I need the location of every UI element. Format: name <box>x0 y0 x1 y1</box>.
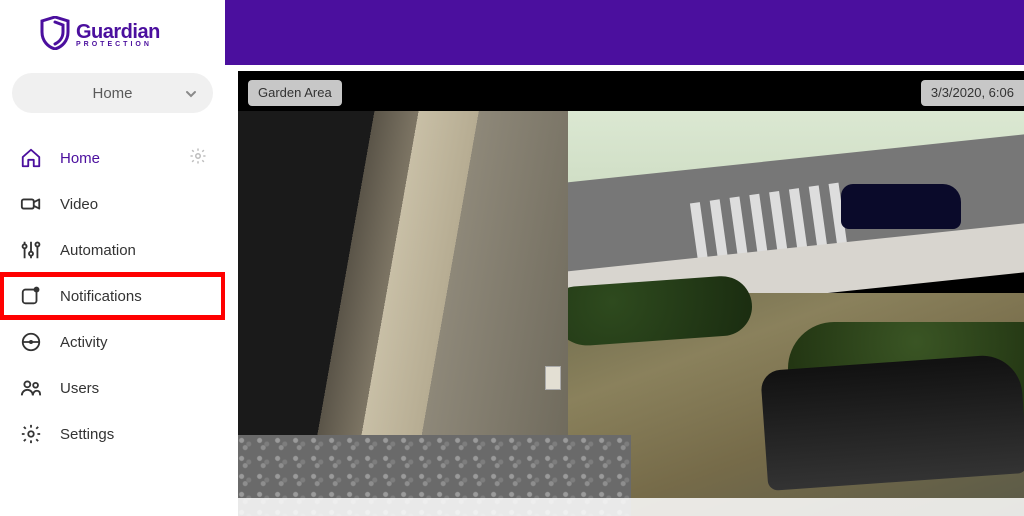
camera-name-chip[interactable]: Garden Area <box>248 80 342 106</box>
sidebar-nav: Home Video <box>0 135 225 457</box>
sidebar-item-label: Notifications <box>60 288 142 305</box>
top-bar <box>225 0 1024 65</box>
sidebar-item-video[interactable]: Video <box>0 181 225 227</box>
video-camera-icon <box>20 193 42 215</box>
sidebar-item-home[interactable]: Home <box>0 135 225 181</box>
home-settings-button[interactable] <box>189 147 207 170</box>
sidebar-item-label: Users <box>60 380 99 397</box>
sliders-icon <box>20 239 42 261</box>
sidebar: Guardian PROTECTION Home Home <box>0 0 225 516</box>
gear-icon <box>20 423 42 445</box>
main-area: Garden Area 3/3/2020, 6:06 <box>225 0 1024 516</box>
chevron-down-icon <box>185 87 197 105</box>
location-selector[interactable]: Home <box>12 73 213 113</box>
sidebar-item-label: Activity <box>60 334 108 351</box>
sidebar-item-settings[interactable]: Settings <box>0 411 225 457</box>
camera-feed-image <box>238 111 1024 516</box>
brand-logo: Guardian PROTECTION <box>0 10 225 73</box>
brand-subtitle: PROTECTION <box>76 41 160 48</box>
home-icon <box>20 147 42 169</box>
users-icon <box>20 377 42 399</box>
sidebar-item-label: Video <box>60 196 98 213</box>
activity-icon <box>20 331 42 353</box>
shield-icon <box>40 16 70 55</box>
bottom-fade <box>238 498 1024 516</box>
sidebar-item-label: Automation <box>60 242 136 259</box>
camera-header: Garden Area 3/3/2020, 6:06 <box>238 71 1024 111</box>
sidebar-item-automation[interactable]: Automation <box>0 227 225 273</box>
sidebar-item-label: Home <box>60 150 100 167</box>
sidebar-item-label: Settings <box>60 426 114 443</box>
sidebar-item-notifications[interactable]: Notifications <box>0 273 225 319</box>
brand-name: Guardian <box>76 23 160 41</box>
sidebar-item-users[interactable]: Users <box>0 365 225 411</box>
location-selector-label: Home <box>92 85 132 102</box>
camera-viewer[interactable]: Garden Area 3/3/2020, 6:06 <box>238 71 1024 516</box>
app-root: Guardian PROTECTION Home Home <box>0 0 1024 516</box>
camera-timestamp-chip: 3/3/2020, 6:06 <box>921 80 1024 106</box>
notification-icon <box>20 285 42 307</box>
sidebar-item-activity[interactable]: Activity <box>0 319 225 365</box>
